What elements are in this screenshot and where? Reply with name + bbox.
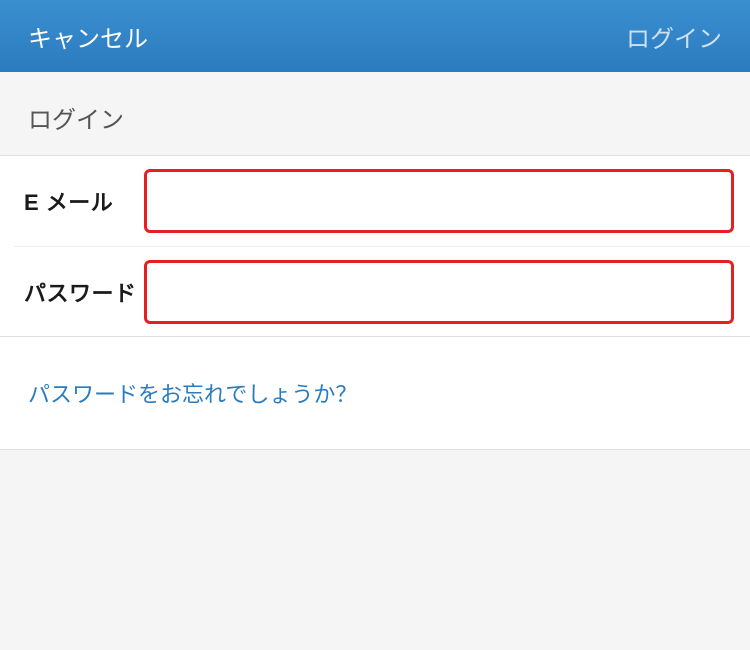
forgot-password-section: パスワードをお忘れでしょうか？ — [0, 337, 750, 450]
section-header: ログイン — [0, 72, 750, 155]
login-button[interactable]: ログイン — [626, 19, 722, 54]
email-label: E メール — [24, 185, 144, 217]
login-form: E メール パスワード — [0, 155, 750, 337]
email-field[interactable] — [144, 169, 734, 233]
forgot-password-link[interactable]: パスワードをお忘れでしょうか？ — [28, 382, 357, 407]
page-title: ログイン — [28, 100, 722, 135]
navbar: キャンセル ログイン — [0, 0, 750, 72]
password-field[interactable] — [144, 260, 734, 324]
email-row: E メール — [0, 156, 750, 246]
password-label: パスワード — [24, 276, 144, 308]
cancel-button[interactable]: キャンセル — [28, 19, 148, 54]
password-row: パスワード — [14, 246, 750, 336]
empty-space — [0, 450, 750, 650]
